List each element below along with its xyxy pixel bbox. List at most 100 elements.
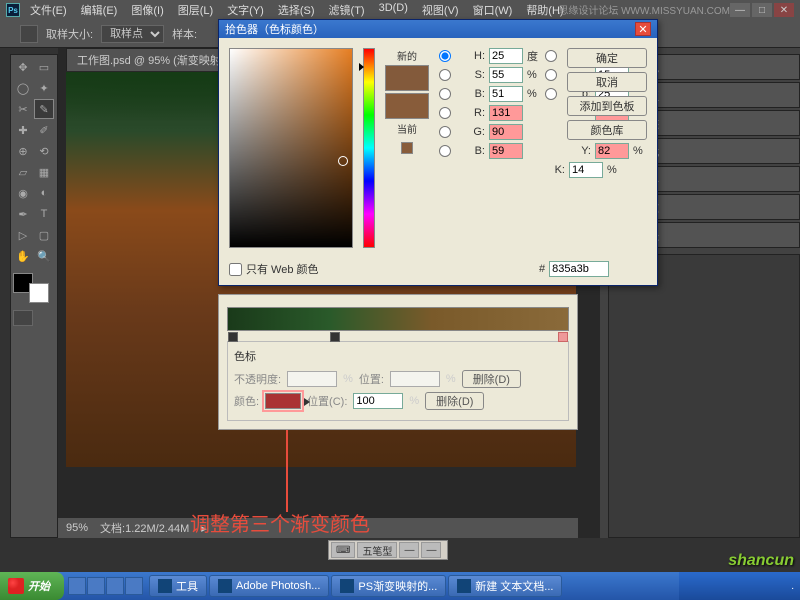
picker-titlebar[interactable]: 拾色器（色标颜色） ✕ bbox=[219, 20, 657, 38]
color-swatches[interactable] bbox=[13, 273, 53, 303]
ime-seg2[interactable]: — bbox=[421, 542, 441, 558]
b-radio[interactable] bbox=[439, 88, 451, 100]
ime-name[interactable]: 五笔型 bbox=[357, 542, 397, 558]
hue-slider[interactable] bbox=[363, 48, 375, 248]
g-radio[interactable] bbox=[439, 126, 451, 138]
cancel-button[interactable]: 取消 bbox=[567, 72, 647, 92]
b-input[interactable] bbox=[489, 86, 523, 102]
hex-input[interactable] bbox=[549, 261, 609, 277]
tray-icon-2[interactable] bbox=[702, 579, 716, 593]
r-radio[interactable] bbox=[439, 107, 451, 119]
ime-bar[interactable]: ⌨ 五笔型 — — bbox=[328, 540, 448, 560]
ql-icon-4[interactable] bbox=[125, 577, 143, 595]
menu-type[interactable]: 文字(Y) bbox=[221, 0, 270, 20]
menu-edit[interactable]: 编辑(E) bbox=[75, 0, 124, 20]
maximize-button[interactable]: □ bbox=[752, 3, 772, 17]
dodge-tool[interactable]: ◐ bbox=[34, 183, 54, 203]
path-tool[interactable]: ▷ bbox=[13, 225, 33, 245]
document-tab[interactable]: 工作图.psd @ 95% (渐变映射 bbox=[66, 48, 232, 71]
menu-filter[interactable]: 滤镜(T) bbox=[323, 0, 371, 20]
menu-layer[interactable]: 图层(L) bbox=[172, 0, 219, 20]
type-tool[interactable]: T bbox=[34, 204, 54, 224]
ime-seg1[interactable]: — bbox=[399, 542, 419, 558]
menu-file[interactable]: 文件(E) bbox=[24, 0, 73, 20]
lasso-tool[interactable]: ◯ bbox=[13, 78, 33, 98]
eraser-tool[interactable]: ▱ bbox=[13, 162, 33, 182]
menu-image[interactable]: 图像(I) bbox=[125, 0, 169, 20]
a-radio[interactable] bbox=[545, 69, 557, 81]
wand-tool[interactable]: ✦ bbox=[34, 78, 54, 98]
close-button[interactable]: ✕ bbox=[774, 3, 794, 17]
layers-panel[interactable] bbox=[608, 254, 800, 538]
s-radio[interactable] bbox=[439, 69, 451, 81]
lab-b-radio[interactable] bbox=[545, 88, 557, 100]
ql-icon-1[interactable] bbox=[68, 577, 86, 595]
tray-icon-3[interactable] bbox=[719, 579, 733, 593]
ime-icon[interactable]: ⌨ bbox=[331, 542, 355, 558]
r-input[interactable] bbox=[489, 105, 523, 121]
blur-tool[interactable]: ◉ bbox=[13, 183, 33, 203]
crop-tool[interactable]: ✂ bbox=[13, 99, 33, 119]
start-button[interactable]: 开始 bbox=[0, 572, 64, 600]
stamp-tool[interactable]: ⊕ bbox=[13, 141, 33, 161]
bval-input[interactable] bbox=[489, 143, 523, 159]
stop-color-swatch[interactable] bbox=[265, 393, 301, 409]
delete2-button[interactable]: 删除(D) bbox=[425, 392, 484, 410]
pos2-input[interactable] bbox=[353, 393, 403, 409]
picker-close-button[interactable]: ✕ bbox=[635, 22, 651, 36]
menu-3d[interactable]: 3D(D) bbox=[373, 0, 414, 20]
g-input[interactable] bbox=[489, 124, 523, 140]
menu-window[interactable]: 窗口(W) bbox=[467, 0, 519, 20]
gradient-stop-3[interactable] bbox=[558, 332, 568, 342]
h-radio[interactable] bbox=[439, 50, 451, 62]
background-swatch[interactable] bbox=[29, 283, 49, 303]
sample-size-select[interactable]: 取样点 bbox=[101, 25, 164, 43]
menu-select[interactable]: 选择(S) bbox=[272, 0, 321, 20]
eyedropper-icon[interactable] bbox=[20, 25, 38, 43]
hand-tool[interactable]: ✋ bbox=[13, 246, 33, 266]
y-input[interactable] bbox=[595, 143, 629, 159]
task-tools[interactable]: 工具 bbox=[149, 575, 207, 597]
clock[interactable]: . bbox=[791, 581, 794, 592]
saturation-value-field[interactable] bbox=[229, 48, 353, 248]
zoom-level[interactable]: 95% bbox=[66, 522, 88, 534]
tray-icon-5[interactable] bbox=[753, 579, 767, 593]
add-swatch-button[interactable]: 添加到色板 bbox=[567, 96, 647, 116]
shape-tool[interactable]: ▢ bbox=[34, 225, 54, 245]
quickmask-toggle[interactable] bbox=[13, 310, 33, 326]
k-input[interactable] bbox=[569, 162, 603, 178]
h-input[interactable] bbox=[489, 48, 523, 64]
marquee-tool[interactable]: ▭ bbox=[34, 57, 54, 77]
history-brush-tool[interactable]: ⟲ bbox=[34, 141, 54, 161]
gradient-stop-2[interactable] bbox=[330, 332, 340, 342]
task-psdoc[interactable]: PS渐变映射的... bbox=[331, 575, 446, 597]
minimize-button[interactable]: — bbox=[730, 3, 750, 17]
tray-icon-6[interactable] bbox=[770, 579, 784, 593]
gradient-tool[interactable]: ▦ bbox=[34, 162, 54, 182]
tray-icon-1[interactable] bbox=[685, 579, 699, 593]
system-tray: . bbox=[679, 572, 800, 600]
task-photoshop[interactable]: Adobe Photosh... bbox=[209, 575, 329, 597]
eyedropper-tool[interactable]: ✎ bbox=[34, 99, 54, 119]
l-radio[interactable] bbox=[545, 50, 557, 62]
ok-button[interactable]: 确定 bbox=[567, 48, 647, 68]
pen-tool[interactable]: ✒ bbox=[13, 204, 33, 224]
s-input[interactable] bbox=[489, 67, 523, 83]
webonly-checkbox[interactable] bbox=[229, 263, 242, 276]
color-lib-button[interactable]: 颜色库 bbox=[567, 120, 647, 140]
gradient-bar[interactable] bbox=[227, 307, 569, 331]
gradient-stop-1[interactable] bbox=[228, 332, 238, 342]
hex-label: # bbox=[539, 263, 545, 275]
bval-radio[interactable] bbox=[439, 145, 451, 157]
brush-tool[interactable]: ✐ bbox=[34, 120, 54, 140]
ql-icon-2[interactable] bbox=[87, 577, 105, 595]
heal-tool[interactable]: ✚ bbox=[13, 120, 33, 140]
websafe-cube-icon[interactable] bbox=[401, 142, 413, 154]
menu-view[interactable]: 视图(V) bbox=[416, 0, 465, 20]
ql-icon-3[interactable] bbox=[106, 577, 124, 595]
move-tool[interactable]: ✥ bbox=[13, 57, 33, 77]
tray-icon-4[interactable] bbox=[736, 579, 750, 593]
zoom-tool[interactable]: 🔍 bbox=[34, 246, 54, 266]
task-textdoc[interactable]: 新建 文本文档... bbox=[448, 575, 562, 597]
gradient-editor: 色标 不透明度: % 位置: % 删除(D) 颜色: 位置(C): % 删除(D… bbox=[218, 294, 578, 430]
